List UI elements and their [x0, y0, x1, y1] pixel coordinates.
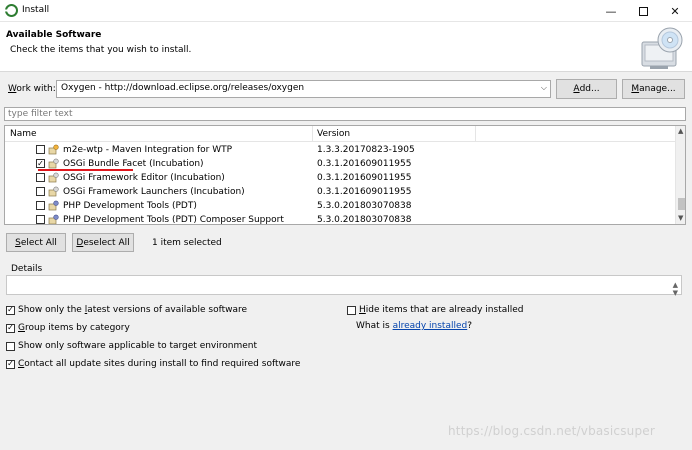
row-name: PHP Development Tools (PDT) Composer Sup…: [63, 215, 284, 225]
table-row[interactable]: PHP Development Tools (PDT) 5.3.0.201803…: [5, 199, 675, 213]
row-checkbox[interactable]: [36, 187, 45, 196]
page-title: Available Software: [6, 30, 102, 40]
checkmark-icon: ✓: [7, 323, 14, 332]
work-with-label: Work with:: [8, 84, 56, 94]
option-label: Group items by category: [18, 323, 130, 333]
install-cd-icon: [641, 27, 683, 69]
checkmark-icon: ✓: [7, 305, 14, 314]
selection-status: 1 item selected: [152, 238, 222, 248]
option-hide-installed[interactable]: Hide items that are already installed: [347, 304, 524, 316]
select-all-button[interactable]: Select All: [6, 233, 66, 252]
already-installed-link[interactable]: already installed: [393, 321, 468, 331]
row-name: OSGi Bundle Facet (Incubation): [63, 159, 204, 169]
row-version: 0.3.1.201609011955: [317, 159, 412, 169]
close-icon: ✕: [670, 4, 680, 18]
maximize-icon: [638, 6, 648, 16]
option-checkbox[interactable]: ✓: [6, 359, 15, 369]
table-row[interactable]: PHP Development Tools (PDT) Composer Sup…: [5, 213, 675, 225]
details-box: ▲ ▼: [6, 275, 682, 297]
option-group-by-category[interactable]: ✓ Group items by category: [6, 322, 130, 334]
table-scrollbar[interactable]: ▲ ▼: [675, 126, 685, 224]
option-latest-versions[interactable]: ✓ Show only the latest versions of avail…: [6, 304, 247, 316]
option-label: Show only the latest versions of availab…: [18, 305, 248, 315]
option-checkbox[interactable]: [347, 305, 356, 315]
row-checkbox[interactable]: [36, 173, 45, 182]
eclipse-app-icon: [5, 4, 18, 17]
scroll-down-icon[interactable]: ▼: [678, 214, 683, 222]
column-header-name[interactable]: Name: [10, 129, 37, 139]
minimize-button[interactable]: —: [596, 0, 626, 22]
row-checkbox[interactable]: [36, 145, 45, 154]
work-with-value: Oxygen - http://download.eclipse.org/rel…: [61, 83, 305, 93]
filter-input[interactable]: type filter text: [4, 107, 686, 121]
row-version: 5.3.0.201803070838: [317, 215, 412, 225]
chevron-down-icon[interactable]: ⌵: [541, 83, 547, 93]
software-table[interactable]: Name Version m2e-wtp - Maven Integration…: [4, 125, 686, 225]
row-name: OSGi Framework Launchers (Incubation): [63, 187, 245, 197]
package-icon: [48, 172, 59, 183]
row-version: 0.3.1.201609011955: [317, 173, 412, 183]
option-checkbox[interactable]: [6, 341, 15, 351]
manage-button[interactable]: Manage...: [622, 79, 685, 99]
package-icon: [48, 186, 59, 197]
page-subtitle: Check the items that you wish to install…: [10, 45, 192, 55]
package-icon: [48, 200, 59, 211]
details-label: Details: [11, 264, 43, 274]
watermark: https://blog.csdn.net/vbasicsuper: [448, 424, 656, 438]
scrollbar-thumb[interactable]: [678, 198, 685, 210]
add-button[interactable]: Add...: [556, 79, 617, 99]
checkmark-icon: ✓: [37, 158, 44, 168]
row-name: PHP Development Tools (PDT): [63, 201, 197, 211]
table-header: Name Version: [5, 126, 675, 142]
row-checkbox[interactable]: [36, 215, 45, 224]
window-title: Install: [22, 5, 50, 15]
option-checkbox[interactable]: ✓: [6, 323, 15, 333]
close-button[interactable]: ✕: [660, 0, 690, 22]
package-icon: [48, 158, 59, 169]
minimize-icon: —: [605, 4, 617, 18]
checkmark-icon: ✓: [7, 359, 14, 368]
maximize-button[interactable]: [628, 0, 658, 22]
package-icon: [48, 144, 59, 155]
option-checkbox[interactable]: ✓: [6, 305, 15, 315]
red-annotation-underline: [38, 169, 133, 171]
row-version: 1.3.3.20170823-1905: [317, 145, 415, 155]
row-name: m2e-wtp - Maven Integration for WTP: [63, 145, 233, 155]
title-bar: Install — ✕: [0, 0, 692, 22]
scroll-up-icon[interactable]: ▲: [678, 127, 683, 135]
row-checkbox[interactable]: ✓: [36, 159, 45, 168]
deselect-all-button[interactable]: Deselect All: [72, 233, 134, 252]
scroll-arrows-icon[interactable]: ▲ ▼: [673, 281, 678, 297]
table-row[interactable]: OSGi Framework Launchers (Incubation) 0.…: [5, 185, 675, 199]
wizard-header: Available Software Check the items that …: [0, 22, 692, 72]
row-version: 5.3.0.201803070838: [317, 201, 412, 211]
option-contact-update-sites[interactable]: ✓ Contact all update sites during instal…: [6, 358, 300, 370]
column-header-version[interactable]: Version: [317, 129, 350, 139]
row-checkbox[interactable]: [36, 201, 45, 210]
option-label: Hide items that are already installed: [359, 305, 524, 315]
what-is-installed-text: What is already installed?: [356, 321, 473, 331]
table-row[interactable]: m2e-wtp - Maven Integration for WTP 1.3.…: [5, 143, 675, 157]
option-label: Contact all update sites during install …: [18, 359, 301, 369]
row-name: OSGi Framework Editor (Incubation): [63, 173, 225, 183]
work-with-combo[interactable]: Oxygen - http://download.eclipse.org/rel…: [56, 80, 551, 98]
package-icon: [48, 214, 59, 224]
table-row[interactable]: OSGi Framework Editor (Incubation) 0.3.1…: [5, 171, 675, 185]
column-divider[interactable]: [312, 126, 313, 142]
option-target-environment[interactable]: Show only software applicable to target …: [6, 340, 257, 352]
column-divider[interactable]: [475, 126, 476, 142]
row-version: 0.3.1.201609011955: [317, 187, 412, 197]
option-label: Show only software applicable to target …: [18, 341, 258, 351]
